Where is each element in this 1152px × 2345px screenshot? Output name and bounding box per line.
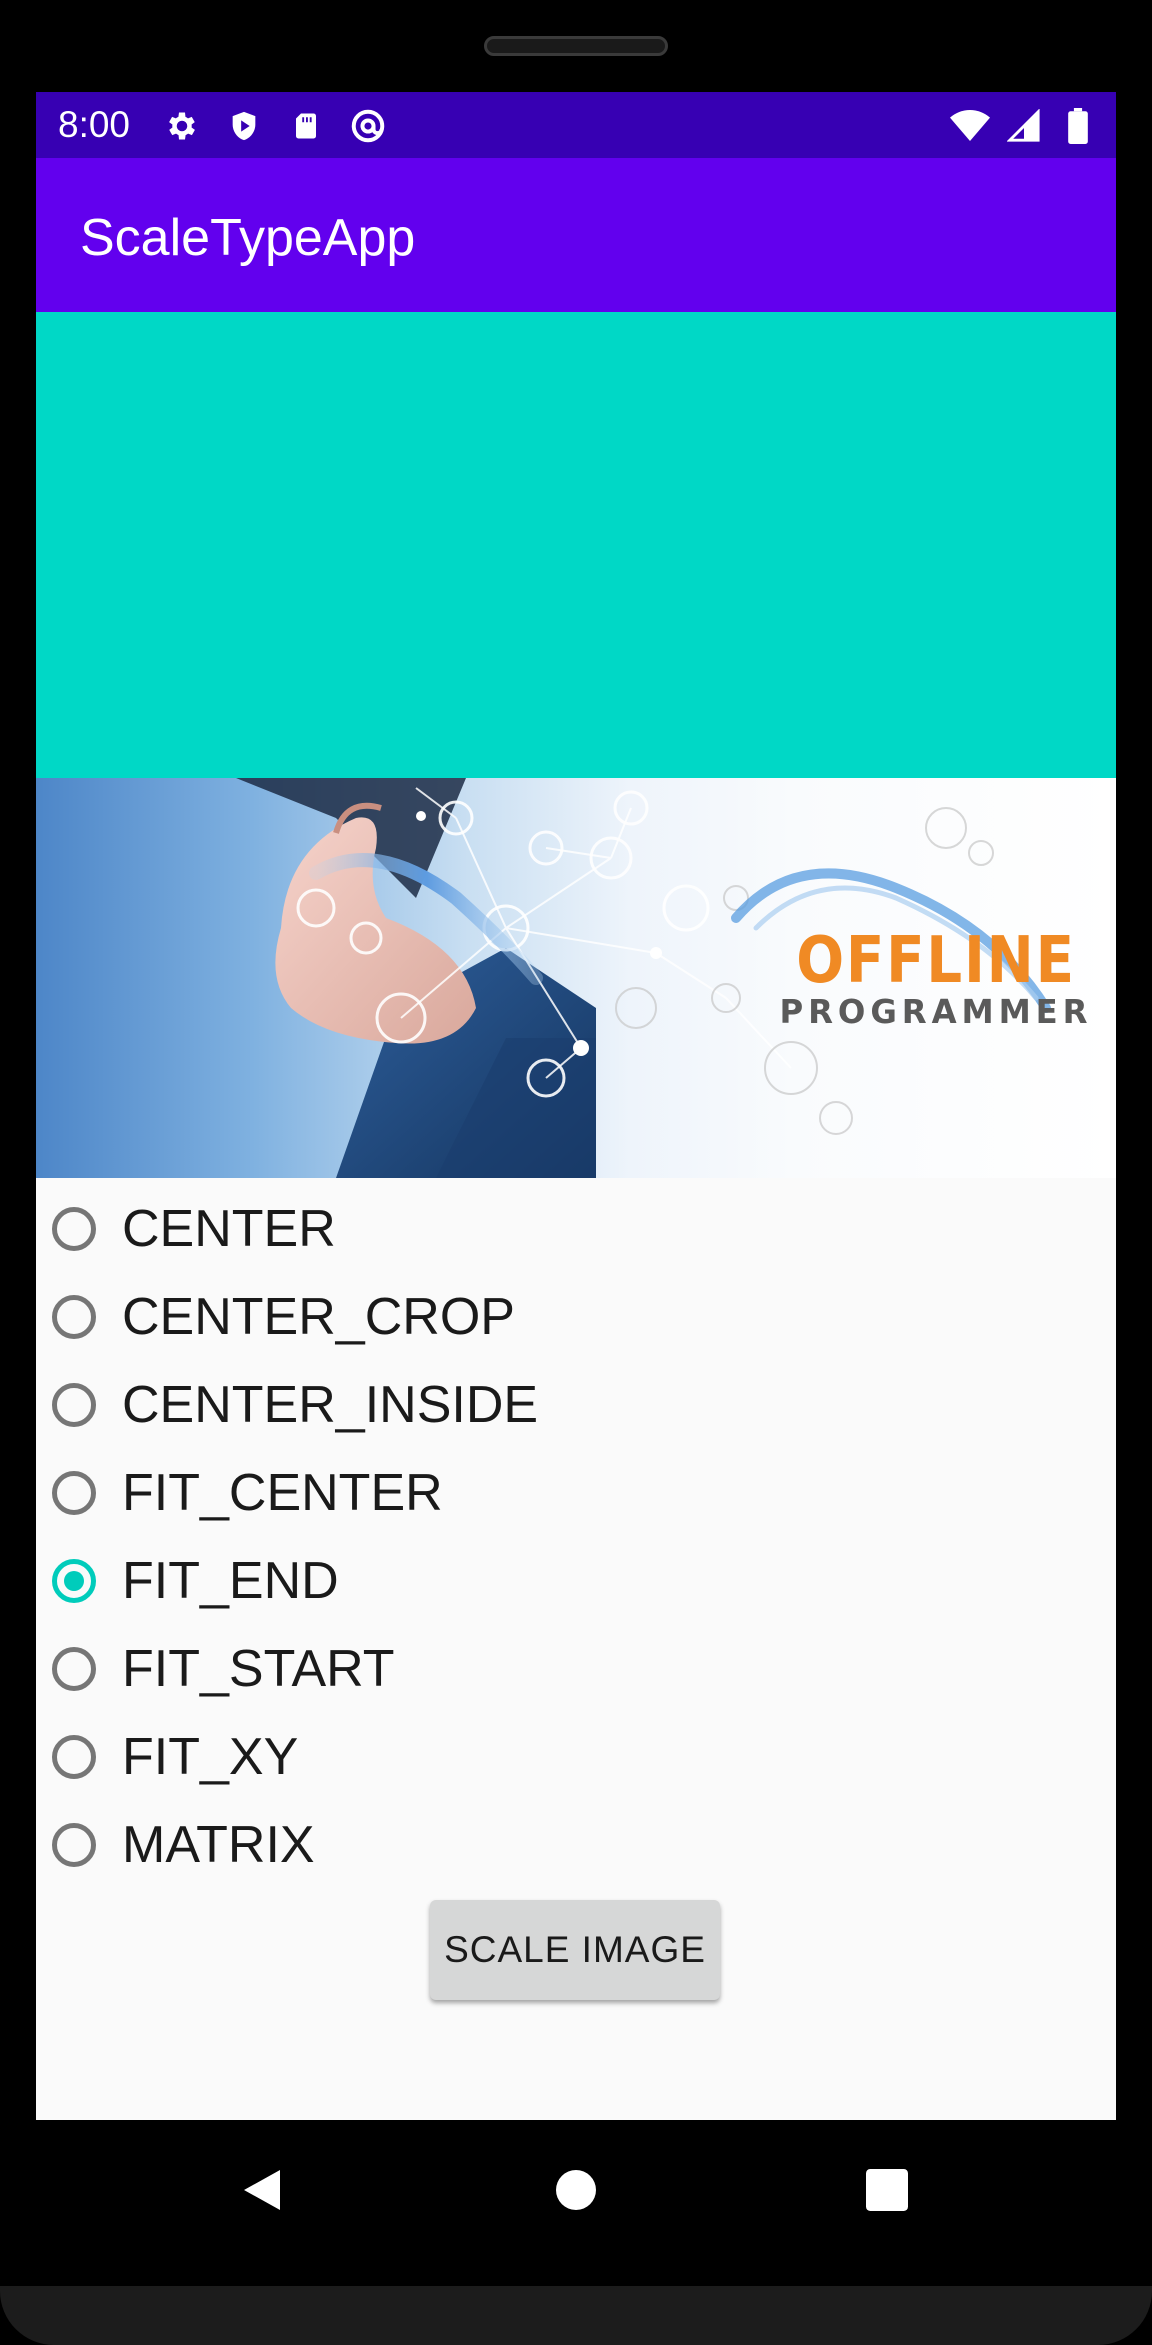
app-bar: ScaleTypeApp bbox=[36, 158, 1116, 312]
radio-matrix[interactable]: MATRIX bbox=[50, 1801, 850, 1889]
navigation-bar bbox=[0, 2120, 1152, 2260]
status-icons-left bbox=[162, 106, 388, 146]
home-icon[interactable] bbox=[546, 2160, 606, 2220]
radio-center-inside[interactable]: CENTER_INSIDE bbox=[50, 1361, 850, 1449]
radio-label: MATRIX bbox=[122, 1816, 315, 1874]
radio-label: FIT_CENTER bbox=[122, 1464, 443, 1522]
radio-button-icon bbox=[52, 1647, 96, 1691]
radio-button-icon bbox=[52, 1383, 96, 1427]
radio-fit-center[interactable]: FIT_CENTER bbox=[50, 1449, 850, 1537]
radio-label: CENTER_CROP bbox=[122, 1288, 515, 1346]
device-screen: 8:00 ScaleTypeApp OFFLINE PROGRAMMER CEN… bbox=[36, 92, 1116, 2120]
banner-logo: OFFLINE PROGRAMMER bbox=[756, 928, 1116, 1030]
wifi-icon bbox=[950, 106, 990, 146]
status-icons-right bbox=[950, 106, 1098, 146]
radio-label: FIT_START bbox=[122, 1640, 395, 1698]
banner-image: OFFLINE PROGRAMMER bbox=[36, 778, 1116, 1178]
app-title: ScaleTypeApp bbox=[80, 209, 416, 267]
radio-fit-start[interactable]: FIT_START bbox=[50, 1625, 850, 1713]
logo-line-offline: OFFLINE bbox=[796, 924, 1076, 998]
scale-image-button[interactable]: SCALE IMAGE bbox=[430, 1900, 720, 2000]
status-bar: 8:00 bbox=[36, 92, 1116, 158]
radio-button-icon bbox=[52, 1823, 96, 1867]
battery-icon bbox=[1058, 106, 1098, 146]
radio-button-icon bbox=[52, 1295, 96, 1339]
radio-label: FIT_END bbox=[122, 1552, 339, 1610]
radio-fit-xy[interactable]: FIT_XY bbox=[50, 1713, 850, 1801]
at-sign-icon bbox=[348, 106, 388, 146]
radio-button-icon bbox=[52, 1471, 96, 1515]
cell-signal-icon bbox=[1004, 106, 1044, 146]
radio-label: CENTER bbox=[122, 1200, 336, 1258]
radio-center-crop[interactable]: CENTER_CROP bbox=[50, 1273, 850, 1361]
radio-button-icon bbox=[52, 1207, 96, 1251]
radio-label: FIT_XY bbox=[122, 1728, 299, 1786]
radio-label: CENTER_INSIDE bbox=[122, 1376, 539, 1434]
radio-button-checked-icon bbox=[52, 1559, 96, 1603]
phone-chin bbox=[0, 2286, 1152, 2345]
radio-button-icon bbox=[52, 1735, 96, 1779]
earpiece-speaker bbox=[484, 36, 668, 56]
status-time: 8:00 bbox=[58, 104, 131, 145]
back-icon[interactable] bbox=[232, 2160, 292, 2220]
recents-icon[interactable] bbox=[857, 2160, 917, 2220]
radio-fit-end[interactable]: FIT_END bbox=[50, 1537, 850, 1625]
sd-card-icon bbox=[286, 106, 326, 146]
phone-frame: 8:00 ScaleTypeApp OFFLINE PROGRAMMER CEN… bbox=[0, 0, 1152, 2345]
shield-icon bbox=[224, 106, 264, 146]
image-view-background bbox=[36, 312, 1116, 778]
gear-icon bbox=[162, 106, 202, 146]
radio-center[interactable]: CENTER bbox=[50, 1185, 850, 1273]
logo-line-programmer: PROGRAMMER bbox=[779, 992, 1093, 1031]
